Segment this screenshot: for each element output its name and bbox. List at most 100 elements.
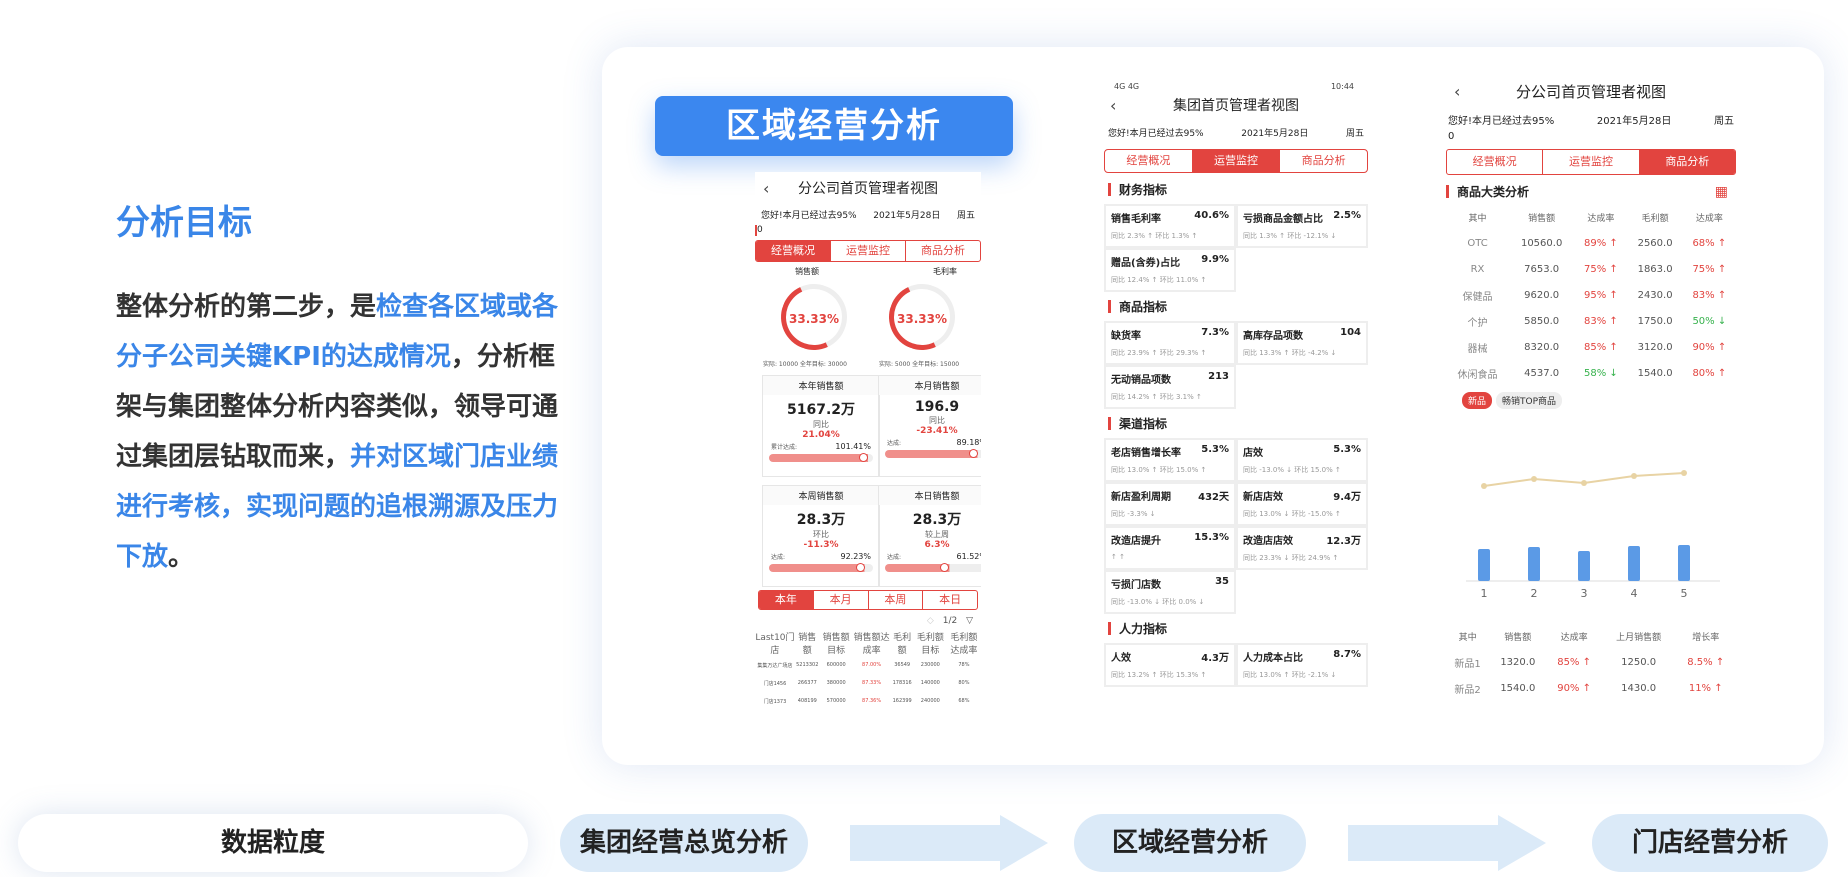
kpi-card[interactable]: 赠品(含券)占比 9.9% 同比 12.4% ↑ 环比 11.0% ↑	[1106, 250, 1234, 290]
back-icon[interactable]: ‹	[1454, 80, 1460, 104]
tab-ops-monitor[interactable]: 运营监控	[1543, 150, 1640, 174]
tab-product-analysis[interactable]: 商品分析	[1639, 150, 1735, 174]
filter-icon[interactable]: ▽	[966, 616, 973, 626]
kpi-name: 人力成本占比	[1243, 653, 1303, 664]
weekday: 周五	[1345, 129, 1364, 139]
chart-point	[1531, 476, 1537, 482]
column-header: 销售额目标	[822, 633, 850, 656]
table-row[interactable]: 门店1373 408199 570000 87.36% 162399 240000 68%	[755, 692, 981, 710]
table-cell: 83% ↑	[1692, 289, 1727, 301]
kpi-card[interactable]: 新店店效 9.4万 同比 13.0% ↓ 环比 -15.0% ↑	[1238, 484, 1366, 524]
grid-icon[interactable]: ▦	[1715, 184, 1728, 200]
metric-value: 28.3万	[912, 512, 962, 528]
kpi-card[interactable]: 亏损门店数 35 同比 -13.0% ↓ 环比 0.0% ↓	[1106, 572, 1234, 612]
chip-top-product[interactable]: 畅销TOP商品	[1496, 392, 1563, 409]
chart-point	[1631, 473, 1637, 479]
achievement-row: 达成: 89.18%	[879, 438, 981, 447]
column-header: 销售额	[798, 633, 817, 656]
kpi-name: 亏损门店数	[1111, 580, 1161, 591]
table-row[interactable]: 休闲食品 4537.0 58% ↓ 1540.0 80% ↑	[1446, 360, 1736, 386]
new-product-table: 其中 销售额 达成率 上月销售额 增长率 新品1 1320.0 85% ↑ 1250.0 8.5%…	[1446, 623, 1736, 701]
table-row[interactable]: RX 7653.0 75% ↑ 1863.0 75% ↑	[1446, 256, 1736, 282]
gauge-label-sales: 销售额	[795, 267, 819, 276]
back-icon[interactable]: ‹	[1110, 96, 1116, 116]
kpi-card[interactable]: 亏损商品金额占比 2.5% 同比 1.3% ↑ 环比 -12.1% ↓	[1238, 206, 1366, 246]
kpi-card[interactable]: 店效 5.3% 同比 -13.0% ↓ 环比 15.0% ↑	[1238, 440, 1366, 480]
metric-card[interactable]: 本周销售额 28.3万 环比 -11.3% 达成: 92.23%	[763, 486, 879, 586]
period-tab-month[interactable]: 本月	[814, 591, 869, 609]
tab-overview[interactable]: 经营概况	[1105, 150, 1193, 172]
zero-value: 0	[1448, 131, 1455, 142]
step-group-overview[interactable]: 集团经营总览分析	[560, 814, 808, 872]
kpi-name: 亏损商品金额占比	[1243, 214, 1323, 225]
metric-card[interactable]: 本月销售额 196.9同比-23.41% 达成: 89.18%	[879, 376, 981, 476]
table-row[interactable]: 保健品 9620.0 95% ↑ 2430.0 83% ↑	[1446, 282, 1736, 308]
table-row[interactable]: OTC 10560.0 89% ↑ 2560.0 68% ↑	[1446, 230, 1736, 256]
kpi-card[interactable]: 老店销售增长率 5.3% 同比 13.0% ↑ 环比 15.0% ↑	[1106, 440, 1234, 480]
table-cell: 570000	[826, 698, 846, 704]
kpi-name: 改造店店效	[1243, 536, 1293, 547]
tab-overview[interactable]: 经营概况	[1447, 150, 1544, 174]
kpi-card[interactable]: 新店盈利周期 432天 同比 -3.3% ↓	[1106, 484, 1234, 524]
kpi-grid: 销售毛利率 40.6% 同比 2.3% ↑ 环比 1.3% ↑ 亏损商品金额占比 2.5…	[1104, 206, 1368, 290]
column-header: 毛利额	[1641, 213, 1669, 224]
tab-ops-monitor[interactable]: 运营监控	[1192, 150, 1281, 172]
metric-title: 本周销售额	[763, 486, 879, 505]
kpi-card[interactable]: 销售毛利率 40.6% 同比 2.3% ↑ 环比 1.3% ↑	[1106, 206, 1234, 246]
tab-bar: 经营概况 运营监控 商品分析	[755, 240, 981, 262]
section-heading: 渠道指标	[1108, 415, 1368, 432]
table-row[interactable]: 门店1456 266377 380000 87.33% 178316 140000 80%	[755, 674, 981, 692]
chart-bar	[1578, 551, 1590, 581]
table-row[interactable]: 集集万达广场店 5213302 600000 87.00% 36549 230000 78%	[755, 656, 981, 674]
table-row[interactable]: 新品2 1540.0 90% ↑ 1430.0 11% ↑	[1446, 675, 1736, 701]
table-cell: 9620.0	[1524, 289, 1560, 301]
period-tab-week[interactable]: 本周	[869, 591, 924, 609]
kpi-card[interactable]: 人效 4.3万 同比 13.2% ↑ 环比 15.3% ↑	[1106, 645, 1234, 685]
period-tab-year[interactable]: 本年	[759, 591, 814, 609]
x-tick-label: 5	[1681, 587, 1688, 600]
bar-knob	[940, 563, 950, 572]
step-region-analysis[interactable]: 区域经营分析	[1074, 814, 1306, 872]
period-tab-day[interactable]: 本日	[923, 591, 977, 609]
column-header: 毛利额达成率	[950, 633, 978, 656]
table-cell: 140000	[920, 680, 940, 686]
tab-product-analysis[interactable]: 商品分析	[1280, 150, 1367, 172]
kpi-card[interactable]: 无动销品项数 213 同比 14.2% ↑ 环比 3.1% ↑	[1106, 367, 1234, 407]
column-header: 达成率	[1695, 213, 1723, 224]
bar-knob	[858, 453, 868, 462]
kpi-card[interactable]: 缺货率 7.3% 同比 23.9% ↑ 环比 29.3% ↑	[1106, 323, 1234, 363]
kpi-name: 人效	[1111, 653, 1131, 664]
tab-bar: 经营概况 运营监控 商品分析	[1446, 149, 1736, 175]
column-header: Last10门店	[755, 633, 795, 656]
tab-bar: 经营概况 运营监控 商品分析	[1104, 149, 1368, 173]
table-row[interactable]: 器械 8320.0 85% ↑ 3120.0 90% ↑	[1446, 334, 1736, 360]
table-row[interactable]: 新品1 1320.0 85% ↑ 1250.0 8.5% ↑	[1446, 649, 1736, 675]
metric-compare-label: 较上周	[925, 530, 949, 539]
table-cell: 1750.0	[1637, 315, 1673, 327]
tab-ops-monitor[interactable]: 运营监控	[831, 241, 906, 261]
chart-bar	[1628, 546, 1640, 581]
kpi-card[interactable]: 改造店店效 12.3万 同比 23.3% ↓ 环比 24.9% ↑	[1238, 528, 1366, 568]
tab-product-analysis[interactable]: 商品分析	[906, 241, 980, 261]
kpi-value: 12.3万	[1326, 536, 1361, 547]
kpi-card[interactable]: 人力成本占比 8.7% 同比 13.0% ↑ 环比 -2.1% ↓	[1238, 645, 1366, 685]
metric-card[interactable]: 本日销售额 28.3万较上周6.3% 达成: 61.52%	[879, 486, 981, 586]
table-cell: 10560.0	[1520, 237, 1563, 249]
table-cell: 1863.0	[1637, 263, 1673, 275]
column-header: 销售额	[1528, 213, 1556, 224]
chip-new-product[interactable]: 新品	[1462, 392, 1493, 409]
kpi-compare: 同比 13.0% ↓ 环比 -15.0% ↑	[1243, 510, 1341, 518]
kpi-compare: 同比 23.9% ↑ 环比 29.3% ↑	[1111, 349, 1207, 357]
kpi-compare: ↑ ↑	[1111, 553, 1125, 561]
pager-prev-icon[interactable]: ◇	[927, 616, 934, 626]
kpi-grid: 老店销售增长率 5.3% 同比 13.0% ↑ 环比 15.0% ↑ 店效 5.3% 同比…	[1104, 440, 1368, 612]
metric-card[interactable]: 本年销售额 5167.2万 同比 21.04% 累计达成: 101.41%	[763, 376, 879, 476]
table-cell: 68%	[958, 698, 970, 704]
tab-overview[interactable]: 经营概况	[756, 241, 831, 261]
back-icon[interactable]: ‹	[763, 178, 769, 200]
table-row[interactable]: 个护 5850.0 83% ↑ 1750.0 50% ↓	[1446, 308, 1736, 334]
table-cell: OTC	[1467, 237, 1488, 249]
kpi-card[interactable]: 改造店提升 15.3% ↑ ↑	[1106, 528, 1234, 568]
kpi-card[interactable]: 高库存品项数 104 同比 13.3% ↑ 环比 -4.2% ↓	[1238, 323, 1366, 363]
step-store-analysis[interactable]: 门店经营分析	[1592, 814, 1828, 872]
